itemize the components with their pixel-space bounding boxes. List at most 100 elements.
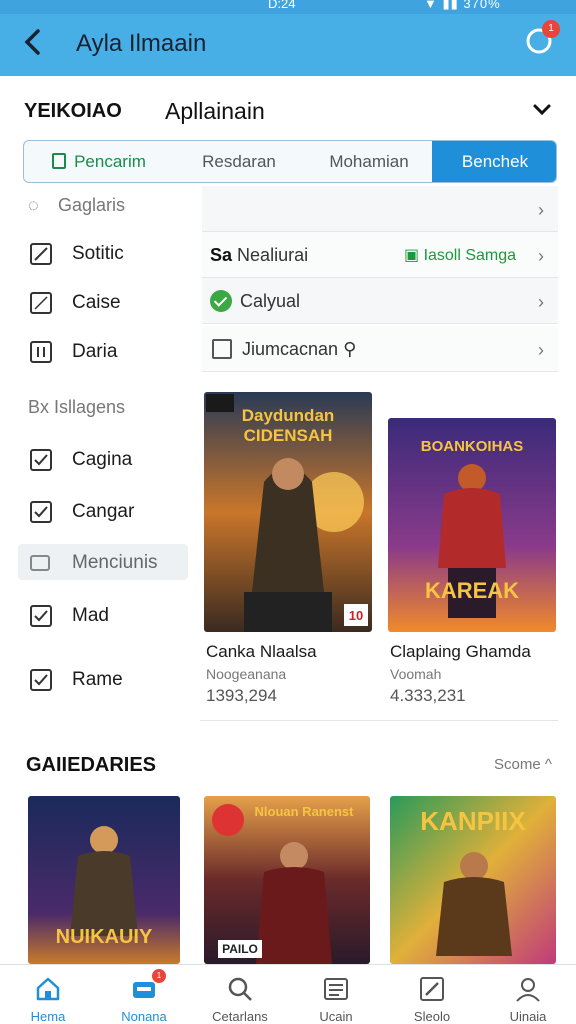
- group-label: Isllagens: [54, 397, 126, 417]
- nav-home[interactable]: Hema: [0, 965, 96, 1024]
- list-item-caise[interactable]: Caise: [18, 283, 188, 323]
- tab-mohamian[interactable]: Mohamian: [304, 141, 434, 182]
- game-downloads: 1393,294: [206, 686, 277, 705]
- game-card-nuikauiy[interactable]: NUIKAUIY: [28, 796, 180, 964]
- chevron-right-icon: ›: [538, 340, 544, 360]
- list-item-daria[interactable]: Daria: [18, 332, 188, 372]
- see-more-link[interactable]: Scome ^: [494, 756, 552, 773]
- section-title-right: Apllainain: [165, 98, 265, 124]
- nav-label: Ucain: [319, 1009, 353, 1024]
- home-icon: [36, 977, 60, 1001]
- check-circle-icon: [210, 290, 232, 312]
- section-title-left: YEIKOIAO: [24, 100, 122, 122]
- list-item-label: Menciunis: [72, 552, 158, 573]
- app-bar: Ayla Ilmaain 1: [0, 14, 576, 76]
- tab-resdaran[interactable]: Resdaran: [174, 141, 304, 182]
- row-label: Sa Nealiurai: [210, 245, 308, 266]
- list-item-label: Cagina: [72, 449, 133, 470]
- nav-library[interactable]: 1 Nonana: [96, 965, 192, 1024]
- checkbox[interactable]: [212, 339, 232, 359]
- chevron-right-icon: ›: [538, 246, 544, 266]
- game-title: Canka Nlaalsa: [206, 642, 317, 661]
- notification-button[interactable]: 1: [524, 20, 560, 58]
- game-card-kanpiix[interactable]: KANPIIX: [390, 796, 556, 964]
- row-label: Calyual: [240, 291, 301, 311]
- section-title-galleries: GAIIEDARIES: [26, 754, 157, 776]
- message-icon: [30, 555, 50, 571]
- game-banner: Nlouan Ranenst: [254, 804, 354, 819]
- checkbox[interactable]: [30, 243, 52, 265]
- row-label-bold: Sa: [210, 245, 233, 265]
- age-rating: 10: [348, 608, 364, 623]
- list-item-sotitic[interactable]: Sotitic: [18, 234, 188, 274]
- checkbox[interactable]: [30, 292, 52, 314]
- chevron-right-icon: ›: [538, 200, 544, 220]
- row-calyual[interactable]: Calyual ›: [202, 278, 558, 324]
- game-subtitle: Voomah: [390, 666, 442, 682]
- nav-label: Hema: [30, 1009, 66, 1024]
- row-label-text: Nealiurai: [237, 245, 309, 265]
- checkbox-checked[interactable]: [30, 605, 52, 627]
- see-more-label: Scome: [494, 756, 541, 773]
- nav-list[interactable]: Ucain: [288, 965, 384, 1024]
- game-banner-secondary: KAREAK: [424, 578, 520, 603]
- battery-level: 370%: [463, 0, 501, 11]
- document-icon: [52, 153, 67, 169]
- bottom-navigation: Hema 1 Nonana Cetarlans Ucain Sleolo Uin…: [0, 964, 576, 1024]
- profile-icon: [516, 978, 540, 1002]
- chevron-up-icon: ^: [544, 756, 552, 773]
- tab-benchek[interactable]: Benchek: [432, 141, 556, 182]
- chevron-down-icon[interactable]: [530, 98, 554, 122]
- list-item-mad[interactable]: Mad: [18, 596, 188, 636]
- list-item-cangar[interactable]: Cangar: [18, 492, 188, 532]
- list-item-label: Rame: [72, 669, 123, 690]
- checkbox[interactable]: [30, 341, 52, 363]
- nav-label: Sleolo: [413, 1009, 451, 1024]
- row-jiumcacnan[interactable]: Jiumcacnan ⚲ ›: [202, 326, 558, 372]
- game-banner: KANPIIX: [420, 806, 526, 836]
- group-header-isllagens: Bx Isllagens: [18, 388, 188, 428]
- edit-icon: [420, 977, 444, 1001]
- game-banner: Daydundan CIDENSAH: [241, 406, 335, 445]
- list-item-label: Daria: [72, 341, 118, 362]
- nav-badge: 1: [152, 969, 166, 983]
- nav-search[interactable]: Cetarlans: [192, 965, 288, 1024]
- back-arrow-icon: [24, 29, 40, 55]
- game-card-claplaing[interactable]: BOANKOIHAS KAREAK Claplaing Ghamda Vooma…: [388, 418, 556, 712]
- checkbox-checked[interactable]: [30, 669, 52, 691]
- row-label: Jiumcacnan ⚲: [242, 339, 356, 360]
- back-button[interactable]: [18, 26, 50, 58]
- game-card-nlouan[interactable]: Nlouan Ranenst PAILO: [204, 796, 370, 964]
- list-item-label: Sotitic: [72, 243, 124, 264]
- list-item-menciunis[interactable]: Menciunis: [18, 544, 188, 580]
- game-tag: PAILO: [222, 942, 258, 956]
- list-item-label: Caise: [72, 292, 121, 313]
- row-nealiurai[interactable]: Sa Nealiurai ▣ Iasoll Samga ›: [202, 232, 558, 278]
- nav-edit[interactable]: Sleolo: [384, 965, 480, 1024]
- row-accent: ▣ Iasoll Samga: [404, 247, 517, 264]
- row-empty[interactable]: ›: [202, 186, 558, 232]
- game-subtitle: Noogeanana: [206, 666, 287, 682]
- tab-pencarim[interactable]: Pencarim: [24, 141, 174, 182]
- divider: [200, 720, 558, 721]
- search-icon: [228, 977, 252, 1001]
- chat-icon: ◌: [28, 195, 39, 215]
- list-item-rame[interactable]: Rame: [18, 660, 188, 700]
- nav-profile[interactable]: Uinaia: [480, 965, 576, 1024]
- game-card-canka[interactable]: Daydundan CIDENSAH 10 Canka Nlaalsa Noog…: [204, 392, 372, 712]
- list-item-cagina[interactable]: Cagina: [18, 440, 188, 480]
- checkbox-checked[interactable]: [30, 449, 52, 471]
- game-banner: NUIKAUIY: [55, 926, 153, 948]
- row-accent-text: Iasoll Samga: [423, 247, 517, 264]
- list-icon: [324, 978, 348, 1000]
- checkbox-checked[interactable]: [30, 501, 52, 523]
- row-label-text: Jiumcacnan: [242, 339, 339, 359]
- game-downloads: 4.333,231: [390, 686, 466, 705]
- game-cover-image: [204, 796, 370, 964]
- nav-label: Nonana: [121, 1009, 167, 1024]
- app-title: Ayla Ilmaain: [76, 30, 207, 57]
- section-header: YEIKOIAO Apllainain: [24, 96, 560, 128]
- nav-label: Cetarlans: [212, 1009, 268, 1024]
- tab-label: Resdaran: [202, 152, 276, 171]
- list-item-label: Mad: [72, 605, 109, 626]
